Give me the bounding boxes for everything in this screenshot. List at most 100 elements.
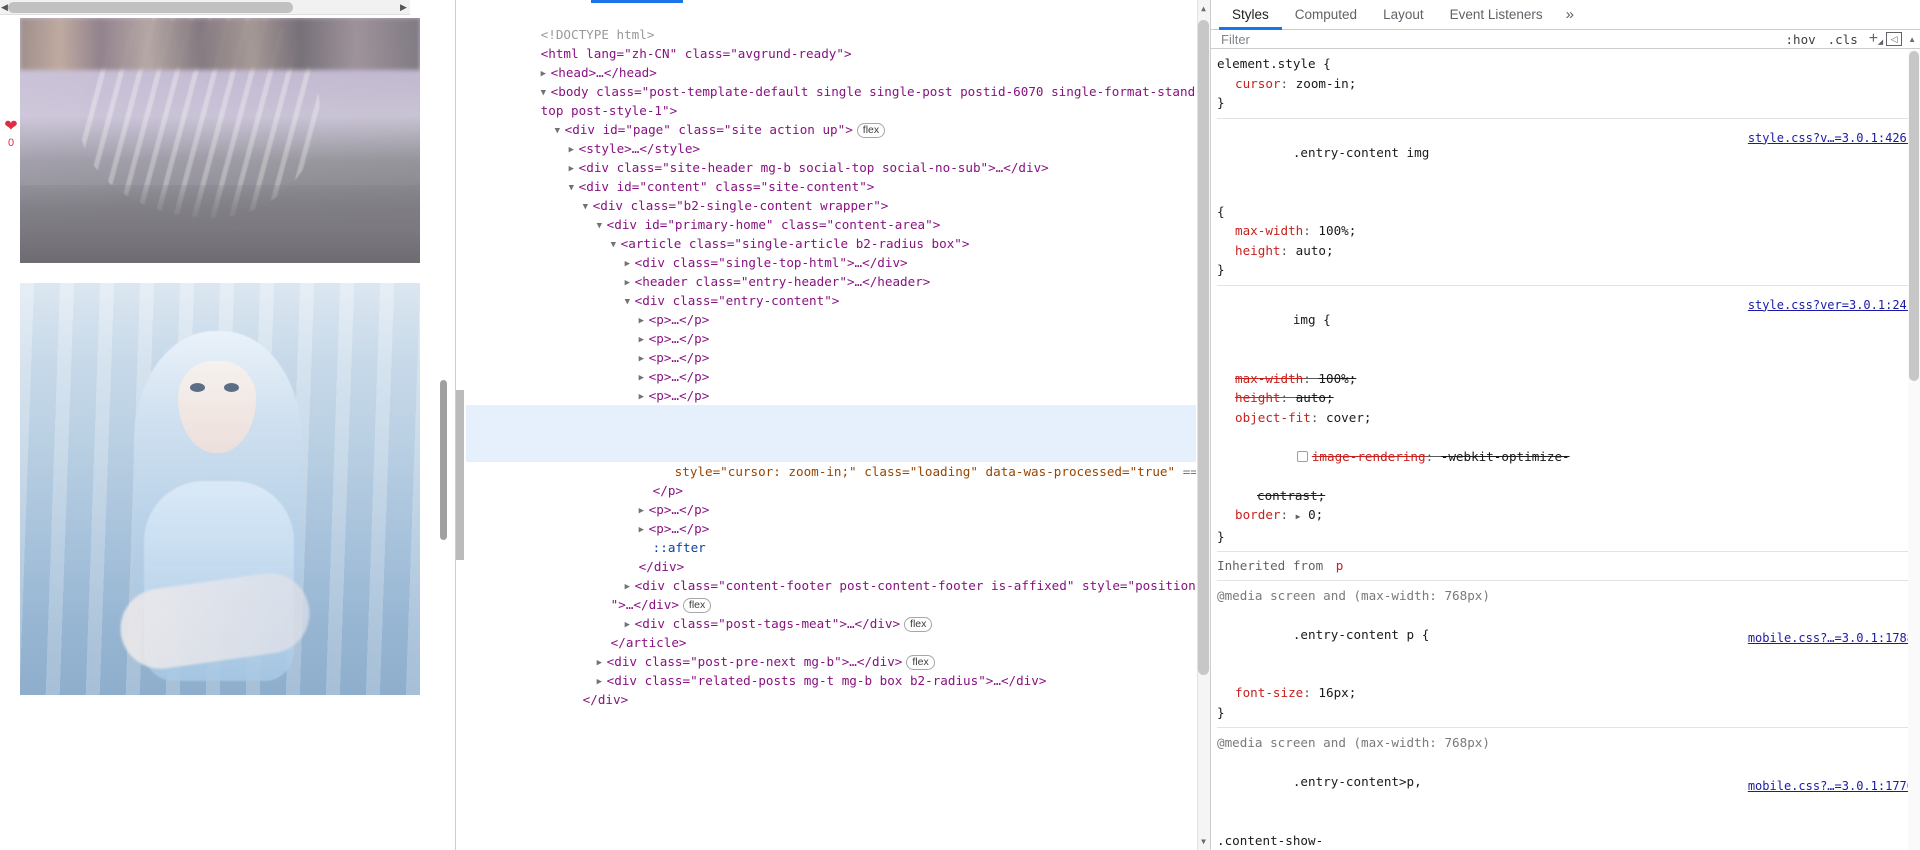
elements-dom-tree-panel[interactable]: <!DOCTYPE html> <html lang="zh-CN" class… xyxy=(455,0,1210,850)
dom-line-p[interactable]: ▶<p>…</p> xyxy=(466,367,1196,403)
dom-line-p[interactable]: ▶<p>…</p> xyxy=(466,481,1196,517)
cls-toggle-button[interactable]: .cls xyxy=(1825,32,1861,47)
scroll-up-arrow-icon[interactable]: ▲ xyxy=(1908,35,1916,44)
stylesheet-source-link[interactable]: style.css?v…=3.0.1:4261 xyxy=(1748,129,1914,149)
stylesheet-source-link[interactable]: style.css?ver=3.0.1:241 xyxy=(1748,296,1914,316)
inherited-rule-entry-content-p-2[interactable]: @media screen and (max-width: 768px) .en… xyxy=(1217,728,1920,850)
stylesheet-source-link[interactable]: mobile.css?…=3.0.1:1770 xyxy=(1748,777,1914,797)
horizontal-scroll-thumb[interactable] xyxy=(8,2,293,13)
rule-selector[interactable]: element.style { xyxy=(1217,56,1331,71)
styles-filter-input[interactable] xyxy=(1219,30,1777,48)
toggle-sidebar-button[interactable]: ◁ xyxy=(1886,32,1903,46)
declaration-value[interactable]: zoom-in; xyxy=(1296,76,1357,91)
scroll-up-arrow-icon[interactable]: ▲ xyxy=(1199,4,1208,13)
style-rule-entry-content-img[interactable]: .entry-content img style.css?v…=3.0.1:42… xyxy=(1217,119,1920,286)
declaration-checkbox[interactable] xyxy=(1296,450,1308,462)
styles-rules-list[interactable]: element.style { cursor: zoom-in; } .entr… xyxy=(1211,49,1920,850)
article-photo-1[interactable]: Alannis@2021 xyxy=(20,18,420,263)
stylesheet-source-link[interactable]: mobile.css?…=3.0.1:1788 xyxy=(1748,629,1914,649)
dom-line-article-close[interactable]: </article> xyxy=(466,614,1196,650)
dom-line-b2-single[interactable]: ▼ <div class="b2-single-content wrapper"> xyxy=(466,177,1196,213)
like-widget[interactable]: ❤ 0 xyxy=(0,118,22,160)
styles-panel[interactable]: Styles Computed Layout Event Listeners »… xyxy=(1210,0,1920,850)
dom-line-p[interactable]: ▶<p>…</p> xyxy=(466,291,1196,327)
rule-selector[interactable]: .entry-content img xyxy=(1293,145,1429,160)
dom-line-html-open[interactable]: <html lang="zh-CN" class="avgrund-ready"… xyxy=(466,25,1196,61)
dom-line-div-close[interactable]: </div> xyxy=(466,538,1196,574)
dom-tree-scroll-thumb[interactable] xyxy=(1198,20,1209,675)
dom-line-single-top-html[interactable]: ▶ <div class="single-top-html">…</div> xyxy=(466,234,1196,270)
dom-line-post-pre-next[interactable]: ▶ <div class="post-pre-next mg-b">…</div>… xyxy=(466,633,1196,670)
tab-computed[interactable]: Computed xyxy=(1282,0,1370,30)
new-style-rule-button[interactable]: + ◢ xyxy=(1867,30,1883,48)
style-rule-img[interactable]: img { style.css?ver=3.0.1:241 max-width:… xyxy=(1217,286,1920,552)
hov-toggle-button[interactable]: :hov xyxy=(1783,32,1819,47)
dom-line-img-selected[interactable]: …<img src="https://tva1.sinaimg.cn/large… xyxy=(466,424,1196,460)
declaration-property[interactable]: font-size xyxy=(1217,683,1303,703)
heart-icon[interactable]: ❤ xyxy=(0,118,22,136)
declaration-value[interactable]: cover; xyxy=(1326,410,1372,425)
dom-line-related-posts[interactable]: ▶ <div class="related-posts mg-t mg-b box… xyxy=(466,652,1196,688)
dom-line-p[interactable]: ▶<p>…</p> xyxy=(466,329,1196,365)
styles-panel-tabbar[interactable]: Styles Computed Layout Event Listeners » xyxy=(1211,0,1920,30)
declaration-property[interactable]: height xyxy=(1217,388,1281,408)
dom-line-article[interactable]: ▼ <article class="single-article b2-radiu… xyxy=(466,215,1196,251)
tab-event-listeners[interactable]: Event Listeners xyxy=(1437,0,1556,30)
dom-line-p-close[interactable]: </p> xyxy=(466,462,1196,498)
dom-tree-scroll-area[interactable]: <!DOCTYPE html> <html lang="zh-CN" class… xyxy=(456,6,1196,850)
declaration-property[interactable]: object-fit xyxy=(1217,408,1311,428)
rule-selector[interactable]: img { xyxy=(1293,312,1331,327)
dom-line-p[interactable]: ▶<p>…</p> xyxy=(466,310,1196,346)
dom-line-after-pseudo[interactable]: ::after xyxy=(466,519,1196,555)
more-tabs-icon[interactable]: » xyxy=(1556,0,1584,30)
dom-line-p[interactable]: ▶<p>…</p> xyxy=(466,386,1196,422)
declaration-property[interactable]: max-width xyxy=(1217,221,1303,241)
styles-panel-scrollbar[interactable] xyxy=(1908,49,1920,850)
scroll-right-arrow-icon[interactable]: ▶ xyxy=(399,3,408,12)
dom-line-p-open-selected[interactable]: ▼<p> xyxy=(466,405,1196,441)
declaration-property[interactable]: image-rendering xyxy=(1312,447,1426,467)
declaration-value[interactable]: -webkit-optimize- xyxy=(1441,449,1570,464)
dom-tree-scrollbar[interactable]: ▲ ▼ xyxy=(1197,0,1210,850)
dom-line-p[interactable]: ▶<p>…</p> xyxy=(466,348,1196,384)
declaration-property[interactable]: cursor xyxy=(1217,74,1281,94)
tab-styles[interactable]: Styles xyxy=(1219,0,1282,30)
dom-line-post-tags-meat[interactable]: ▶ <div class="post-tags-meat">…</div> flex xyxy=(466,595,1196,632)
dom-line-style[interactable]: ▶ <style>…</style> xyxy=(466,120,1196,156)
dom-line-p[interactable]: ▶<p>…</p> xyxy=(466,500,1196,536)
styles-panel-scroll-thumb[interactable] xyxy=(1909,51,1919,381)
declaration-value[interactable]: 16px; xyxy=(1318,685,1356,700)
declaration-value[interactable]: auto; xyxy=(1296,390,1334,405)
declaration-value[interactable]: 0; xyxy=(1308,507,1323,522)
dom-line-div-page[interactable]: ▼ <div id="page" class="site action up"> f… xyxy=(466,101,1196,138)
page-viewport[interactable]: ◀ ▶ Alannis@2021 ❤ 0 xyxy=(0,0,455,850)
dom-line-entry-header[interactable]: ▶ <header class="entry-header">…</header> xyxy=(466,253,1196,289)
rule-selector-line-1[interactable]: .entry-content>p, xyxy=(1293,774,1422,789)
dom-line-body-open[interactable]: ▼ <body class="post-template-default sing… xyxy=(466,63,1196,99)
page-vertical-scroll-thumb[interactable] xyxy=(440,380,447,540)
tab-layout[interactable]: Layout xyxy=(1370,0,1437,30)
dom-line-head[interactable]: ▶ <head>…</head> xyxy=(466,44,1196,80)
dom-line-doctype[interactable]: <!DOCTYPE html> xyxy=(466,6,1196,42)
page-horizontal-scrollbar[interactable]: ◀ ▶ xyxy=(0,0,410,15)
inherited-rule-entry-content-p[interactable]: @media screen and (max-width: 768px) .en… xyxy=(1217,581,1920,728)
dom-line-content-footer[interactable]: ▶ <div class="content-footer post-content… xyxy=(466,557,1196,593)
dom-line-entry-content[interactable]: ▼ <div class="entry-content"> xyxy=(466,272,1196,308)
dom-line-content[interactable]: ▼ <div id="content" class="site-content"> xyxy=(466,158,1196,194)
rule-selector[interactable]: .entry-content p { xyxy=(1293,627,1429,642)
dom-line-div-close-2[interactable]: </div> xyxy=(466,671,1196,707)
declaration-value[interactable]: 100%; xyxy=(1318,223,1356,238)
declaration-property[interactable]: max-width xyxy=(1217,369,1303,389)
styles-filter-bar[interactable]: :hov .cls + ◢ ◁ ▲ xyxy=(1211,30,1920,49)
style-rule-element-style[interactable]: element.style { cursor: zoom-in; } xyxy=(1217,49,1920,119)
declaration-property[interactable]: border xyxy=(1217,505,1281,525)
dom-line-site-header[interactable]: ▶ <div class="site-header mg-b social-top… xyxy=(466,139,1196,175)
scroll-down-arrow-icon[interactable]: ▼ xyxy=(1199,837,1208,846)
dom-line-primary-home[interactable]: ▼ <div id="primary-home" class="content-a… xyxy=(466,196,1196,232)
expand-triangle-icon[interactable]: ▶ xyxy=(1296,512,1301,521)
dom-line-img-attrs[interactable]: style="cursor: zoom-in;" class="loading"… xyxy=(466,443,1196,479)
declaration-property[interactable]: height xyxy=(1217,241,1281,261)
article-photo-2[interactable] xyxy=(20,283,420,695)
declaration-value[interactable]: auto; xyxy=(1296,243,1334,258)
declaration-value[interactable]: 100%; xyxy=(1318,371,1356,386)
